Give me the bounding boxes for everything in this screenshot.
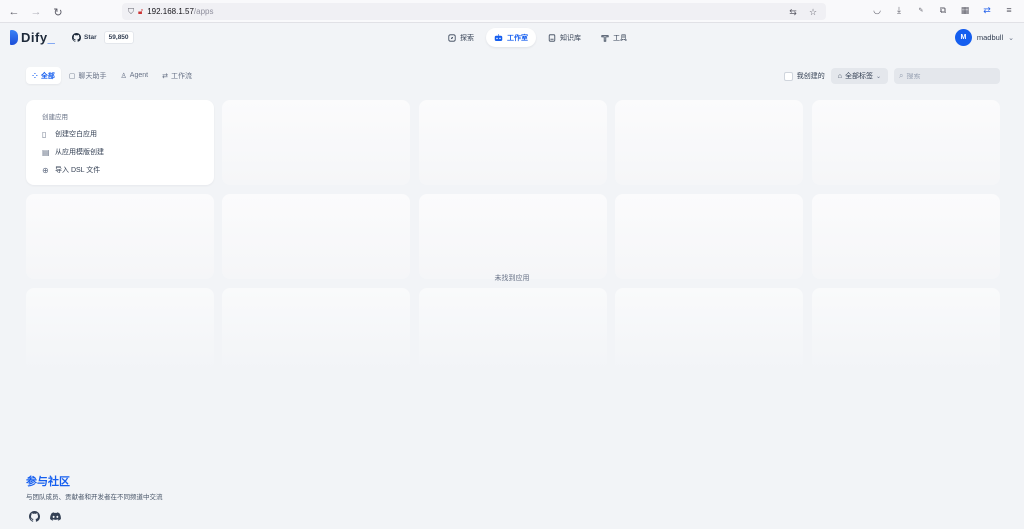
- placeholder-card: [615, 194, 803, 279]
- github-star-button[interactable]: Star 59,850: [72, 31, 134, 44]
- tab-label: Agent: [129, 72, 149, 79]
- placeholder-card: [812, 288, 1000, 373]
- robot-icon: [494, 33, 503, 41]
- logo-underscore: _: [47, 30, 56, 45]
- nav-tab-label: 工作室: [507, 34, 528, 42]
- community-footer: 参与社区 与团队成员、贡献者和开发者在不同频道中交流: [26, 473, 163, 522]
- tab-agent[interactable]: ♙ Agent: [115, 67, 155, 84]
- tab-workflow[interactable]: ⇄ 工作流: [156, 67, 198, 84]
- user-name: madbull: [976, 33, 1004, 42]
- user-menu[interactable]: M madbull ⌄: [954, 29, 1014, 46]
- community-title: 参与社区: [26, 476, 70, 488]
- compass-icon: [448, 33, 456, 42]
- chevron-down-icon: ⌄: [1008, 34, 1014, 42]
- tag-filter-select[interactable]: ⌂ 全部标签 ⌄: [830, 68, 888, 84]
- star-label: Star: [84, 34, 97, 41]
- create-from-template-button[interactable]: ▤ 从应用模版创建: [42, 143, 198, 161]
- placeholder-card: [812, 100, 1000, 185]
- github-icon[interactable]: [29, 511, 40, 522]
- pocket-icon[interactable]: ◡: [870, 3, 884, 17]
- back-icon[interactable]: ←: [6, 4, 22, 20]
- insecure-lock-icon[interactable]: 🔓︎: [138, 7, 143, 17]
- url-path: /apps: [193, 7, 214, 16]
- create-app-title: 创建应用: [42, 114, 68, 121]
- app-header: Dify_ Star 59,850 探索 工作室 知识库 工具 M madbul…: [0, 23, 1024, 53]
- dify-logo[interactable]: Dify_: [10, 30, 55, 45]
- avatar: M: [954, 29, 972, 46]
- shield-icon: ⛉: [128, 6, 134, 16]
- extension-icon[interactable]: ✎: [914, 3, 928, 17]
- placeholder-card: [419, 100, 607, 185]
- app-type-tabs: ⁘ 全部 ▢ 聊天助手 ♙ Agent ⇄ 工作流: [26, 67, 198, 84]
- import-icon: ⊕: [42, 165, 49, 175]
- create-item-label: 创建空白应用: [55, 131, 97, 138]
- placeholder-card: [615, 100, 803, 185]
- placeholder-card: [26, 194, 214, 279]
- search-input[interactable]: [906, 72, 987, 80]
- grid-icon: ⁘: [32, 72, 38, 80]
- url-host: 192.168.1.57: [147, 7, 194, 16]
- download-icon[interactable]: ⤓: [892, 3, 906, 17]
- created-by-me-checkbox[interactable]: [783, 71, 793, 81]
- nav-tab-label: 工具: [613, 34, 627, 42]
- create-item-label: 导入 DSL 文件: [55, 167, 101, 174]
- tab-all[interactable]: ⁘ 全部: [26, 67, 61, 84]
- logo-text: Dify: [21, 30, 48, 45]
- github-icon: [72, 33, 81, 42]
- placeholder-card: [419, 288, 607, 373]
- placeholder-card: [419, 194, 607, 279]
- nav-tab-studio[interactable]: 工作室: [486, 28, 536, 47]
- reload-icon[interactable]: ↻: [50, 4, 66, 20]
- dify-logo-mark: [10, 30, 18, 45]
- bookmark-star-icon[interactable]: ☆: [806, 5, 820, 19]
- file-plus-icon: ▯: [42, 129, 47, 139]
- community-subtitle: 与团队成员、贡献者和开发者在不同频道中交流: [26, 494, 163, 501]
- empty-state-message: 未找到应用: [494, 275, 530, 282]
- discord-icon[interactable]: [50, 511, 61, 522]
- created-by-me-label: 我创建的: [796, 73, 825, 80]
- right-filters: 我创建的 ⌂ 全部标签 ⌄ ⌕: [783, 68, 1000, 84]
- tab-label: 全部: [40, 72, 55, 80]
- placeholder-card: [812, 194, 1000, 279]
- placeholder-card: [222, 194, 410, 279]
- nav-tab-knowledge[interactable]: 知识库: [540, 28, 589, 47]
- nav-tab-label: 探索: [460, 34, 474, 42]
- tag-filter-label: 全部标签: [844, 73, 873, 80]
- address-bar[interactable]: ⛉ 🔓︎ 192.168.1.57/apps ⇆ ☆: [122, 3, 826, 20]
- chevron-down-icon: ⌄: [875, 73, 881, 80]
- workflow-icon: ⇄: [162, 72, 168, 80]
- placeholder-card: [222, 288, 410, 373]
- main-nav: 探索 工作室 知识库 工具: [440, 28, 635, 47]
- create-item-label: 从应用模版创建: [55, 149, 104, 156]
- browser-toolbar: ← → ↻ ⛉ 🔓︎ 192.168.1.57/apps ⇆ ☆ ◡ ⤓ ✎ ⧉…: [0, 0, 1024, 23]
- book-icon: [548, 33, 556, 42]
- search-icon: ⌕: [899, 71, 904, 80]
- search-box[interactable]: ⌕: [894, 68, 1000, 84]
- hammer-icon: [601, 34, 609, 42]
- placeholder-card: [615, 288, 803, 373]
- placeholder-card: [222, 100, 410, 185]
- chat-icon: ▢: [68, 72, 76, 80]
- nav-tab-explore[interactable]: 探索: [440, 28, 482, 47]
- menu-icon[interactable]: ≡: [1002, 3, 1016, 17]
- tab-label: 工作流: [170, 72, 192, 80]
- create-blank-app-button[interactable]: ▯ 创建空白应用: [42, 125, 198, 143]
- extensions-puzzle-icon[interactable]: ⧉: [936, 3, 950, 17]
- template-icon: ▤: [42, 147, 50, 157]
- tag-icon: ⌂: [837, 72, 842, 80]
- forward-icon[interactable]: →: [28, 4, 44, 20]
- star-count: 59,850: [103, 31, 134, 44]
- placeholder-card: [26, 288, 214, 373]
- created-by-me-filter[interactable]: 我创建的: [783, 71, 825, 81]
- import-dsl-button[interactable]: ⊕ 导入 DSL 文件: [42, 161, 198, 179]
- tab-chat-assistant[interactable]: ▢ 聊天助手: [63, 67, 113, 84]
- translate-icon[interactable]: ⇆: [786, 5, 800, 19]
- create-app-card: 创建应用 ▯ 创建空白应用 ▤ 从应用模版创建 ⊕ 导入 DSL 文件: [26, 100, 214, 185]
- nav-tab-tools[interactable]: 工具: [593, 28, 635, 47]
- agent-icon: ♙: [120, 72, 127, 80]
- qr-icon[interactable]: ▦: [958, 3, 972, 17]
- tab-label: 聊天助手: [78, 72, 107, 80]
- translate-ext-icon[interactable]: ⇄: [980, 3, 994, 17]
- nav-tab-label: 知识库: [560, 34, 581, 42]
